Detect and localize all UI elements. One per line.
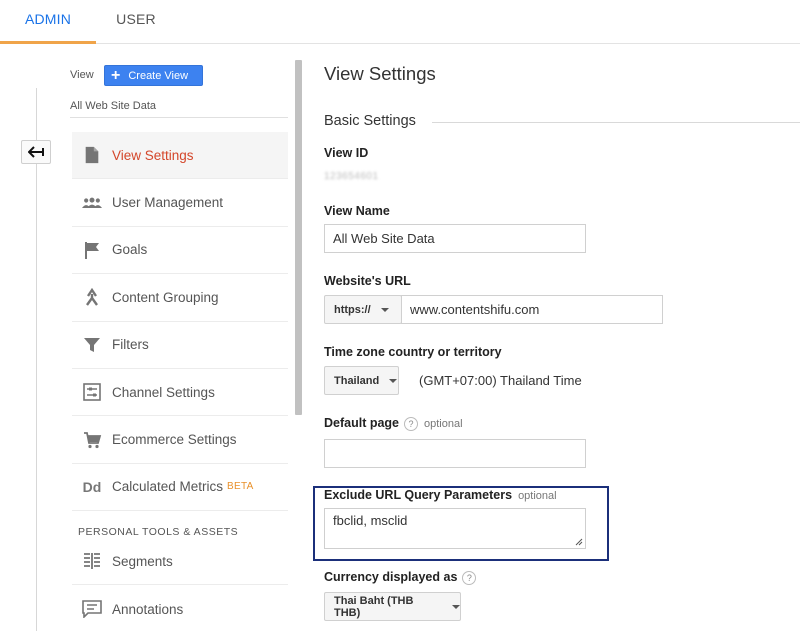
people-icon — [72, 194, 112, 212]
optional-tag: optional — [424, 418, 463, 430]
sidebar-scrollbar[interactable] — [295, 60, 302, 415]
view-id-value: 123654601 — [324, 171, 379, 182]
personal-tools-nav: Segments Annotations — [72, 538, 288, 631]
sidebar-item-label: Calculated Metrics — [112, 479, 224, 495]
tab-user[interactable]: USER — [96, 0, 176, 44]
sidebar-item-label: Annotations — [112, 601, 184, 617]
filter-icon — [72, 336, 112, 354]
default-page-label: Default page? optional — [324, 416, 463, 431]
sidebar-item-channel-settings[interactable]: Channel Settings — [72, 369, 288, 417]
sidebar-item-content-grouping[interactable]: Content Grouping — [72, 274, 288, 322]
website-url-input[interactable] — [401, 295, 663, 324]
sidebar-item-label: Filters — [112, 337, 149, 353]
sidebar-item-label: Content Grouping — [112, 289, 219, 305]
tab-admin[interactable]: ADMIN — [0, 0, 96, 44]
website-url-label: Website's URL — [324, 274, 411, 288]
default-page-input[interactable] — [324, 439, 586, 468]
segments-icon — [72, 552, 112, 570]
annotation-icon — [72, 600, 112, 619]
sidebar-item-segments[interactable]: Segments — [72, 538, 288, 586]
protocol-value: https:// — [334, 303, 371, 316]
sidebar-item-annotations[interactable]: Annotations — [72, 585, 288, 631]
page-title: View Settings — [324, 63, 436, 84]
timezone-value[interactable]: (GMT+07:00) Thailand Time — [419, 373, 582, 388]
sidebar-item-user-management[interactable]: User Management — [72, 179, 288, 227]
currency-select[interactable]: Thai Baht (THB THB) — [324, 592, 461, 621]
sidebar-item-label: User Management — [112, 195, 224, 211]
sidebar-item-label: Segments — [112, 553, 173, 569]
sidebar-item-label: Goals — [112, 242, 148, 258]
document-icon — [72, 146, 112, 164]
view-name-label: View Name — [324, 204, 390, 218]
admin-panel: View + Create View All Web Site Data Vie… — [0, 44, 800, 631]
sidebar-item-filters[interactable]: Filters — [72, 322, 288, 369]
sidebar-item-ecommerce-settings[interactable]: Ecommerce Settings — [72, 416, 288, 464]
sidebar-item-label: Ecommerce Settings — [112, 432, 237, 448]
exclude-params-highlight — [313, 486, 609, 561]
sidebar-item-label: View Settings — [112, 147, 194, 163]
chevron-down-icon — [452, 604, 460, 609]
cart-icon — [72, 431, 112, 449]
content-grouping-icon — [72, 288, 112, 307]
beta-badge: BETA — [227, 481, 254, 493]
sidebar-item-calculated-metrics[interactable]: Dd Calculated Metrics BETA — [72, 464, 288, 512]
section-divider — [432, 122, 800, 123]
arrow-left-icon — [28, 146, 44, 158]
timezone-country-select[interactable]: Thailand — [324, 366, 399, 395]
view-selector[interactable]: All Web Site Data — [70, 100, 156, 112]
sidebar: View + Create View All Web Site Data Vie… — [0, 44, 302, 631]
view-label: View — [70, 69, 94, 81]
section-heading: Basic Settings — [324, 113, 416, 129]
view-selector-underline — [70, 117, 288, 118]
plus-icon: + — [111, 66, 121, 84]
timezone-label: Time zone country or territory — [324, 345, 502, 359]
create-view-button[interactable]: + Create View — [104, 65, 203, 86]
currency-label: Currency displayed as? — [324, 570, 477, 585]
sidebar-item-goals[interactable]: Goals — [72, 227, 288, 275]
back-button[interactable] — [21, 140, 51, 164]
chevron-down-icon — [380, 307, 389, 312]
help-icon[interactable]: ? — [462, 570, 477, 585]
protocol-select[interactable]: https:// — [324, 295, 402, 324]
dd-icon: Dd — [82, 478, 102, 495]
sidebar-item-view-settings[interactable]: View Settings — [72, 132, 288, 180]
currency-label-text: Currency displayed as — [324, 570, 458, 584]
default-page-label-text: Default page — [324, 416, 400, 430]
top-tab-bar: ADMIN USER — [0, 0, 800, 44]
timezone-country-value: Thailand — [334, 374, 380, 387]
channel-settings-icon — [72, 383, 112, 401]
chevron-down-icon — [389, 378, 398, 383]
flag-icon — [72, 241, 112, 259]
personal-tools-heading: PERSONAL TOOLS & ASSETS — [78, 526, 239, 538]
currency-value: Thai Baht (THB THB) — [334, 594, 414, 619]
view-id-label: View ID — [324, 146, 369, 160]
help-icon[interactable]: ? — [404, 416, 419, 431]
view-name-input[interactable] — [324, 224, 586, 253]
view-nav: View Settings User Management Goals Cont… — [72, 132, 288, 512]
sidebar-divider — [36, 88, 37, 631]
sidebar-item-label: Channel Settings — [112, 384, 215, 400]
create-view-label: Create View — [128, 69, 189, 82]
